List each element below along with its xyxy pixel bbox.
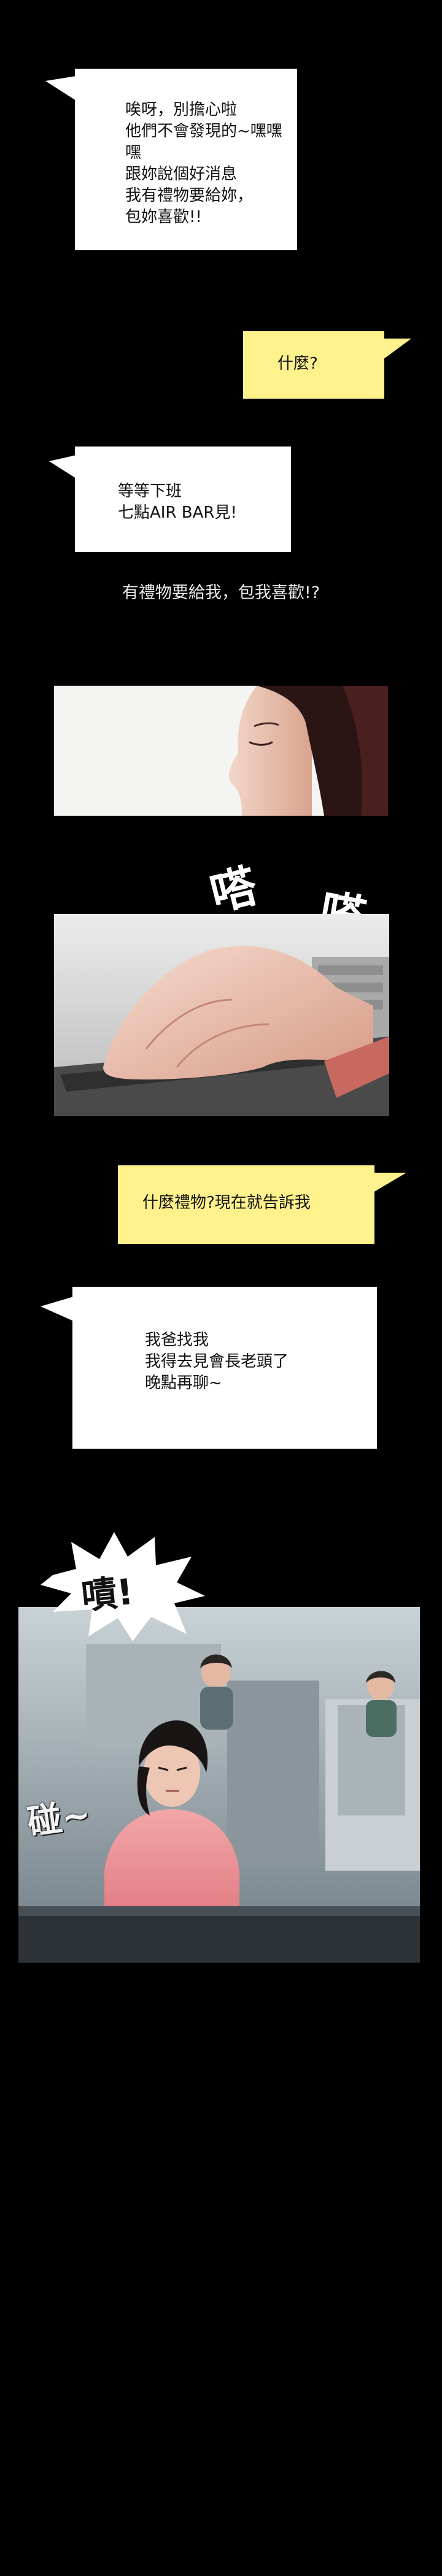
speech-bubble-2: 什麼?	[243, 331, 384, 399]
speech-bubble-5-text: 我爸找我 我得去見會長老頭了 晚點再聊~	[145, 1331, 289, 1392]
speech-bubble-4-text: 什麼禮物?現在就告訴我	[142, 1194, 311, 1212]
speech-bubble-5-tail	[41, 1297, 74, 1321]
typing-hands-illustration	[54, 914, 389, 1116]
speech-bubble-1-text: 唉呀，別擔心啦 他們不會發現的~嘿嘿嘿 跟妳說個好消息 我有禮物要給妳， 包妳喜…	[125, 101, 282, 226]
speech-bubble-3: 等等下班 七點AIR BAR見!	[75, 447, 291, 552]
panel-office-scene	[18, 1607, 420, 1963]
speech-bubble-5: 我爸找我 我得去見會長老頭了 晚點再聊~	[72, 1287, 377, 1449]
office-scene-illustration	[18, 1607, 420, 1963]
sfx-tsk: 嘖!	[79, 1570, 136, 1618]
panel-face-profile	[54, 686, 388, 816]
speech-bubble-1-tail	[45, 76, 76, 101]
face-profile-illustration	[54, 686, 388, 816]
speech-bubble-4: 什麼禮物?現在就告訴我	[118, 1165, 374, 1244]
sfx-tap-1: 嗒	[205, 859, 262, 922]
speech-bubble-3-text: 等等下班 七點AIR BAR見!	[118, 482, 237, 522]
sfx-bang: 碰~	[25, 1795, 93, 1843]
panel-typing-hands	[54, 914, 389, 1116]
speech-bubble-2-text: 什麼?	[277, 355, 318, 373]
speech-bubble-2-tail	[382, 339, 411, 359]
narration-text: 有禮物要給我，包我喜歡!?	[122, 583, 320, 602]
speech-bubble-1: 唉呀，別擔心啦 他們不會發現的~嘿嘿嘿 跟妳說個好消息 我有禮物要給妳， 包妳喜…	[75, 69, 297, 250]
speech-bubble-3-tail	[49, 455, 76, 478]
speech-bubble-4-tail	[372, 1173, 406, 1192]
